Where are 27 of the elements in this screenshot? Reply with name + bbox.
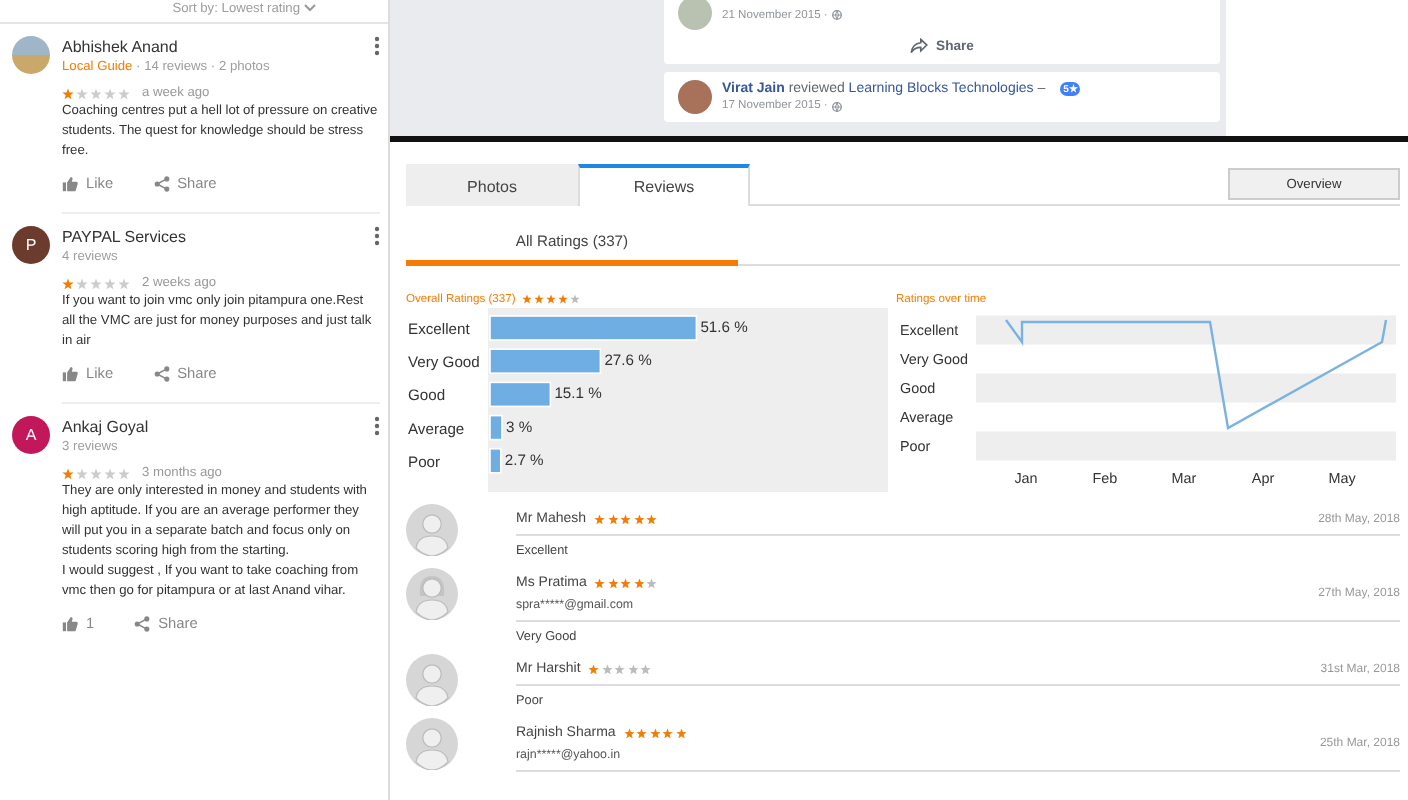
- avatar-letter: A: [12, 416, 50, 454]
- thumbs-up-icon: [62, 615, 78, 631]
- caret-icon[interactable]: [304, 4, 316, 12]
- chart-bar: [489, 381, 552, 408]
- photo-placeholder: [678, 80, 712, 114]
- share-arrow-icon: [910, 38, 929, 54]
- reviewer-name[interactable]: Ankaj Goyal: [62, 416, 149, 436]
- more-options-icon[interactable]: [374, 36, 380, 56]
- photo-placeholder: [12, 36, 50, 74]
- chart-bar: [489, 414, 503, 441]
- chart-bar: [489, 448, 502, 474]
- globe-icon: [831, 101, 842, 111]
- thumbs-up-icon: [62, 365, 78, 381]
- reviewer-name[interactable]: Abhishek Anand: [62, 36, 270, 56]
- tab[interactable]: Reviews: [578, 164, 750, 206]
- thumbs-up-icon: [62, 175, 78, 191]
- tab[interactable]: Photos: [406, 164, 578, 206]
- avatar-letter: P: [12, 226, 50, 264]
- photo-placeholder: [678, 0, 712, 30]
- share-icon: [134, 615, 151, 631]
- reviewer-name[interactable]: PAYPAL Services: [62, 226, 186, 246]
- chart-bar: [489, 348, 602, 374]
- share-icon: [153, 365, 170, 381]
- more-options-icon[interactable]: [374, 416, 380, 436]
- more-options-icon[interactable]: [374, 226, 380, 246]
- share-icon: [153, 175, 170, 191]
- globe-icon: [831, 10, 842, 20]
